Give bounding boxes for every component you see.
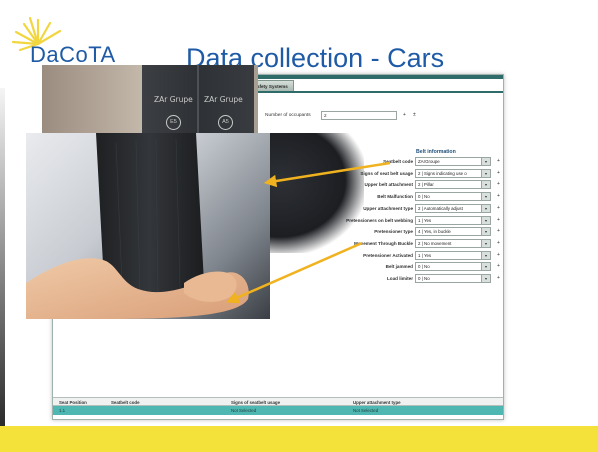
belt-information-title: Belt information [416,149,456,155]
belt-field-value: 0 | No [418,194,430,200]
occupants-increment-icon[interactable]: + [403,112,406,118]
belt-field-value: 0 | No [418,264,430,270]
slide-bottom-yellow-bar [0,426,598,452]
belt-field-label: Pretensioner type [374,229,413,235]
belt-field-value: 2 | Pillar [418,182,434,188]
grid-header-seat-position: Seat Position [59,400,87,405]
occupants-input[interactable]: 2 [321,111,397,120]
belt-field-select[interactable]: 4 | Yes, in buckle ▾ [415,227,491,237]
dropdown-arrow-icon[interactable]: ▾ [481,251,490,259]
belt-field-select[interactable]: 2 | Signs indicating use o ▾ [415,168,491,178]
belt-field-value: 2 | Signs indicating use o [418,170,467,176]
grid-header-seatbelt-code: Seatbelt code [111,400,140,405]
belt-field-label: Upper belt attachment [364,182,414,188]
dropdown-arrow-icon[interactable]: ▾ [481,263,490,271]
belt-field-select[interactable]: 0 | No ▾ [415,262,491,272]
belt-field-select[interactable]: 1 | Yes ▾ [415,250,491,260]
dropdown-arrow-icon[interactable]: ▾ [481,204,490,212]
field-add-icon[interactable]: + [497,181,500,187]
belt-field-select[interactable]: 2 | Automatically adjust ▾ [415,203,491,213]
belt-field-select[interactable]: 1 | Yes ▾ [415,215,491,225]
table-row[interactable]: 1.1 Not Selected Not Selected [53,406,503,415]
belt-field-label: Seatbelt code [383,159,413,164]
belt-field-row: Load limiter0 | No▾+± [281,274,503,284]
seat-grid-header: Seat Position Seatbelt code Signs of sea… [53,397,503,406]
belt-field-select[interactable]: 2 | Pillar ▾ [415,180,491,190]
dropdown-arrow-icon[interactable]: ▾ [481,193,490,201]
slide-left-gradient-bar [0,88,5,428]
occupants-label: Number of occupants [265,113,311,118]
belt-field-value: 1 | Yes [418,252,432,258]
belt-field-label: Upper attachment type [363,205,413,211]
field-add-icon[interactable]: + [497,158,500,164]
field-add-icon[interactable]: + [497,263,500,269]
belt-approval-mark-a5: A5 [218,115,233,130]
belt-field-label: Belt Malfunction [377,194,413,200]
grid-cell-signs-of-usage: Not Selected [231,408,257,413]
grid-header-signs-of-usage: Signs of seatbelt usage [231,400,281,405]
belt-field-value: 2 | No movement [418,240,452,246]
belt-field-value: 4 | Yes, in buckle [418,229,451,235]
dropdown-arrow-icon[interactable]: ▾ [481,239,490,247]
dropdown-arrow-icon[interactable]: ▾ [481,158,490,165]
hand-holding-belt-photo [26,133,270,319]
field-add-icon[interactable]: + [497,275,500,281]
belt-field-row: Belt jammed0 | No▾+± [281,262,503,272]
dropdown-arrow-icon[interactable]: ▾ [481,216,490,224]
field-add-icon[interactable]: + [497,228,500,234]
dropdown-arrow-icon[interactable]: ▾ [481,228,490,236]
field-add-icon[interactable]: + [497,205,500,211]
dropdown-arrow-icon[interactable]: ▾ [481,275,490,282]
belt-field-label: Load limiter [386,276,413,281]
grid-cell-upper-attachment: Not Selected [353,408,379,413]
field-add-icon[interactable]: + [497,217,500,223]
belt-seam [197,65,199,135]
belt-field-value: 2 | Automatically adjust [418,205,463,211]
belt-field-value: 0 | No [418,276,430,281]
occupants-decrement-icon[interactable]: ± [413,112,416,118]
dropdown-arrow-icon[interactable]: ▾ [481,181,490,189]
field-add-icon[interactable]: + [497,193,500,199]
field-add-icon[interactable]: + [497,170,500,176]
belt-approval-mark-e5: E5 [166,115,181,130]
belt-field-select[interactable]: 2 | No movement ▾ [415,238,491,248]
field-add-icon[interactable]: + [497,240,500,246]
belt-field-label: Pretensioner Activated [363,252,413,258]
belt-field-select[interactable]: ZArGroupe ▾ [415,157,491,166]
belt-field-value: ZArGroupe [418,159,440,164]
belt-field-value: 1 | Yes [418,217,432,223]
field-add-icon[interactable]: + [497,252,500,258]
belt-field-select[interactable]: 0 | No ▾ [415,274,491,283]
belt-label-text-left: ZAr Grupe [154,95,193,104]
seatbelt-label-photo: ZAr Grupe ZAr Grupe E5 A5 [42,65,258,135]
belt-field-select[interactable]: 0 | No ▾ [415,192,491,202]
grid-cell-seat-position: 1.1 [59,408,66,413]
belt-field-label: Belt jammed [385,264,413,270]
belt-field-label: Signs of seat belt usage [360,170,413,176]
belt-label-text-right: ZAr Grupe [204,95,243,104]
grid-header-upper-attachment: Upper attachment type [353,400,401,405]
dropdown-arrow-icon[interactable]: ▾ [481,169,490,177]
